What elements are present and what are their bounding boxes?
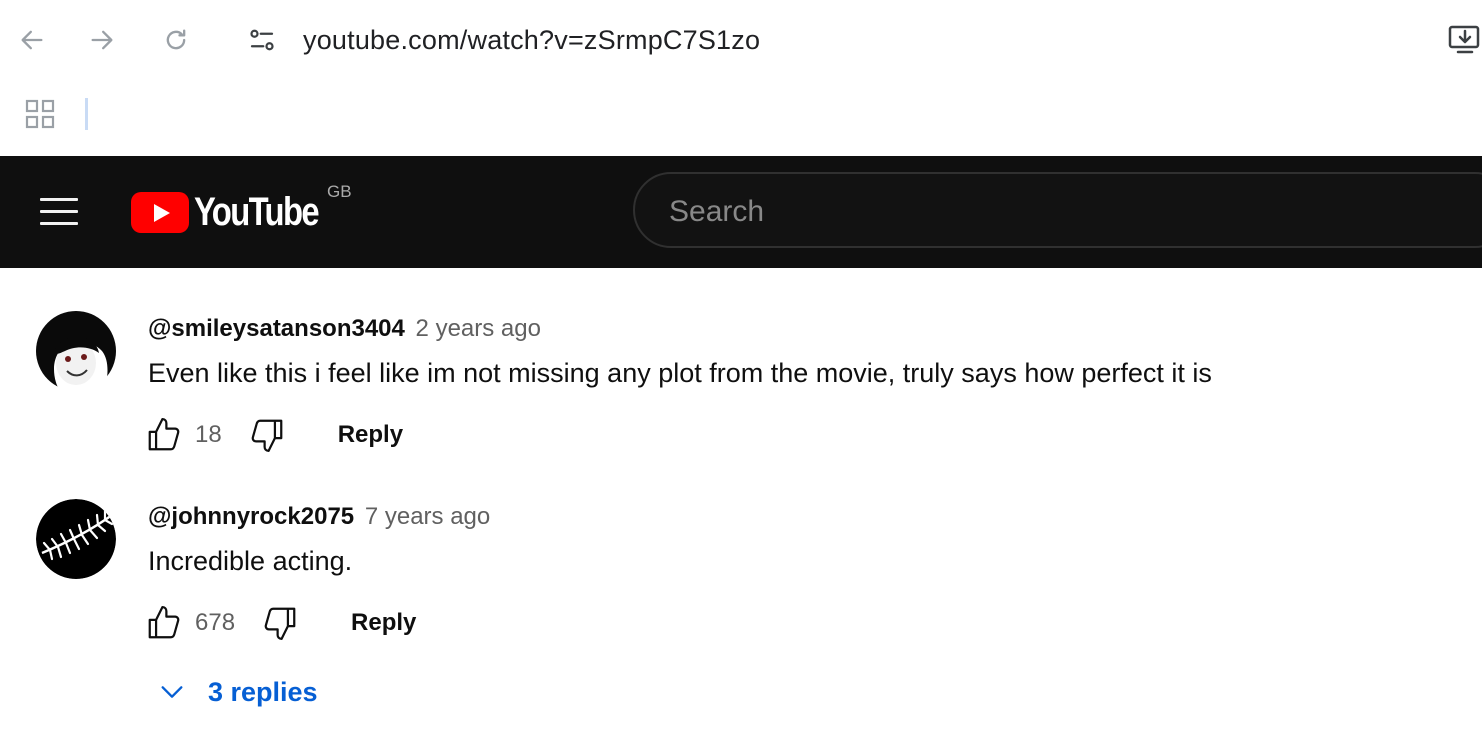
comment-header: @smileysatanson3404 2 years ago (148, 315, 541, 343)
comment-author[interactable]: @johnnyrock2075 (148, 503, 354, 530)
search-input[interactable] (667, 192, 1451, 232)
like-count: 18 (195, 421, 222, 448)
country-code: GB (327, 182, 352, 201)
dislike-button[interactable] (261, 604, 299, 642)
bookmarks-bar (0, 80, 1482, 156)
replies-count-label: 3 replies (208, 676, 318, 707)
comment-text: Even like this i feel like im not missin… (148, 358, 1212, 388)
view-replies-button[interactable]: 3 replies (158, 674, 318, 710)
bookmarks-divider (85, 98, 88, 130)
thumbs-down-icon (264, 607, 296, 640)
logo-text: YouTube (194, 189, 320, 234)
tune-icon (250, 29, 274, 51)
site-settings-button[interactable] (244, 22, 280, 58)
comment-text: Incredible acting. (148, 546, 353, 576)
address-bar-url[interactable]: youtube.com/watch?v=zSrmpC7S1zo (303, 22, 760, 58)
reply-button[interactable]: Reply (351, 609, 416, 637)
forward-button[interactable] (84, 22, 120, 58)
avatar[interactable] (36, 499, 116, 579)
browser-toolbar: youtube.com/watch?v=zSrmpC7S1zo (0, 0, 1482, 80)
comment-author[interactable]: @smileysatanson3404 (148, 315, 405, 342)
avatar[interactable] (36, 311, 116, 391)
like-count: 678 (195, 609, 236, 636)
youtube-logo[interactable]: YouTube (131, 190, 345, 234)
back-button[interactable] (14, 22, 50, 58)
arrow-left-icon (21, 30, 43, 50)
apps-icon[interactable] (24, 98, 56, 135)
menu-icon[interactable] (40, 196, 80, 228)
chevron-down-icon (161, 686, 183, 698)
install-app-button[interactable] (1448, 24, 1482, 61)
thumbs-up-icon (148, 418, 180, 451)
search-box (633, 172, 1482, 248)
thumbs-up-icon (148, 606, 180, 639)
comment-actions: 678 Reply (145, 603, 416, 643)
comment-time[interactable]: 7 years ago (365, 503, 490, 530)
comment-time[interactable]: 2 years ago (416, 315, 541, 342)
comment-header: @johnnyrock2075 7 years ago (148, 503, 490, 531)
reload-icon (166, 29, 186, 50)
dislike-button[interactable] (248, 416, 286, 454)
arrow-right-icon (91, 30, 113, 50)
youtube-play-icon (131, 191, 189, 233)
reload-button[interactable] (158, 22, 194, 58)
comment-actions: 18 Reply (145, 415, 403, 455)
like-button[interactable] (145, 604, 183, 642)
thumbs-down-icon (251, 419, 283, 452)
like-button[interactable] (145, 416, 183, 454)
reply-button[interactable]: Reply (338, 421, 403, 449)
install-icon (1448, 25, 1480, 54)
